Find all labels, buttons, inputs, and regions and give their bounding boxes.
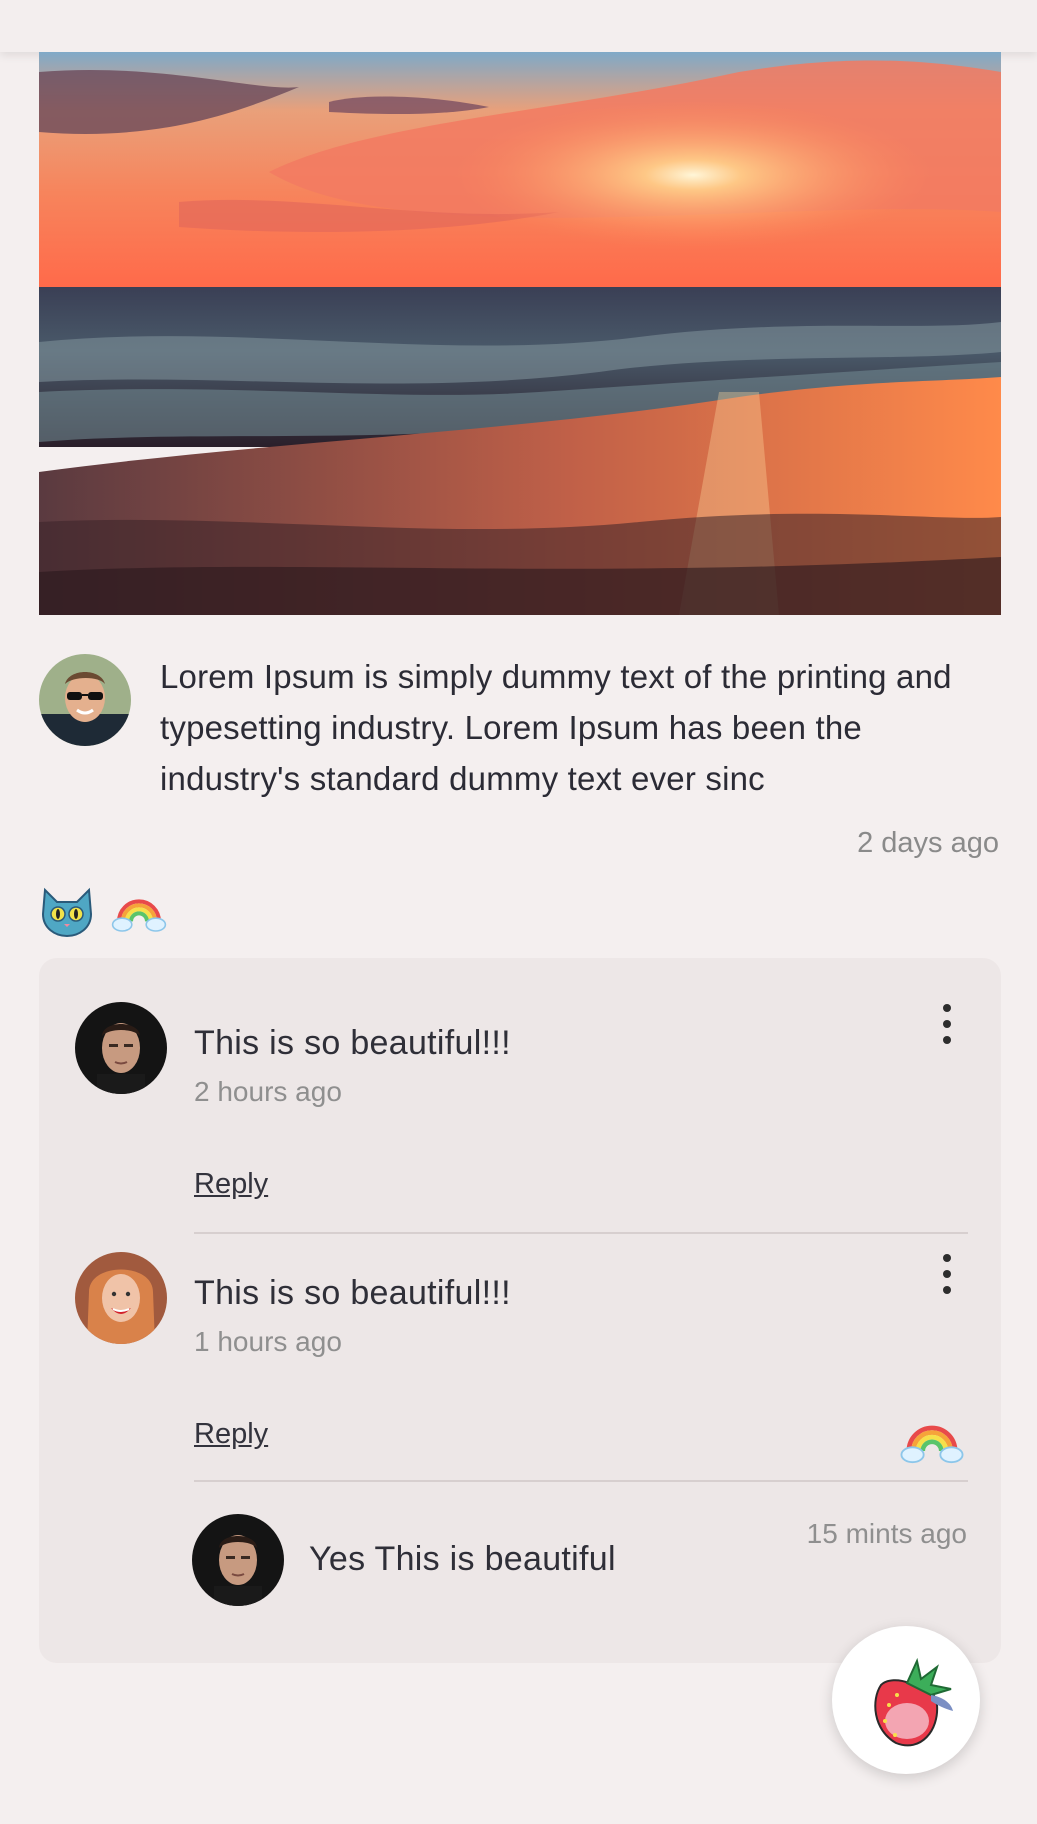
reply-author-avatar[interactable]	[192, 1514, 284, 1606]
comment-timestamp: 2 hours ago	[194, 1076, 342, 1107]
top-bar	[0, 0, 1037, 52]
reply-link[interactable]: Reply	[194, 1168, 268, 1201]
rainbow-icon[interactable]	[111, 884, 167, 938]
cat-face-icon[interactable]	[39, 884, 95, 938]
comment-timestamp: 1 hours ago	[194, 1326, 342, 1357]
comments-card: This is so beautiful!!! 2 hours ago Repl…	[39, 958, 1001, 1663]
reply-text: Yes This is beautiful	[309, 1540, 616, 1578]
comment-text: This is so beautiful!!!	[194, 1024, 511, 1062]
post-image[interactable]	[39, 52, 1001, 615]
more-options-icon[interactable]	[937, 1004, 957, 1044]
comment-author-avatar[interactable]	[75, 1002, 167, 1094]
reply-timestamp: 15 mints ago	[806, 1518, 967, 1549]
comment-text: This is so beautiful!!!	[194, 1274, 511, 1312]
more-options-icon[interactable]	[937, 1254, 957, 1294]
reply-link[interactable]: Reply	[194, 1418, 268, 1451]
post-author-avatar[interactable]	[39, 654, 131, 746]
divider	[194, 1232, 968, 1234]
post-timestamp: 2 days ago	[857, 827, 999, 859]
reaction-fab-button[interactable]	[832, 1626, 980, 1774]
comment-author-avatar[interactable]	[75, 1252, 167, 1344]
post-text: Lorem Ipsum is simply dummy text of the …	[160, 658, 952, 797]
rainbow-icon[interactable]	[897, 1414, 967, 1464]
strawberry-icon	[874, 1657, 953, 1747]
post-reactions	[39, 884, 167, 938]
divider	[194, 1480, 968, 1482]
